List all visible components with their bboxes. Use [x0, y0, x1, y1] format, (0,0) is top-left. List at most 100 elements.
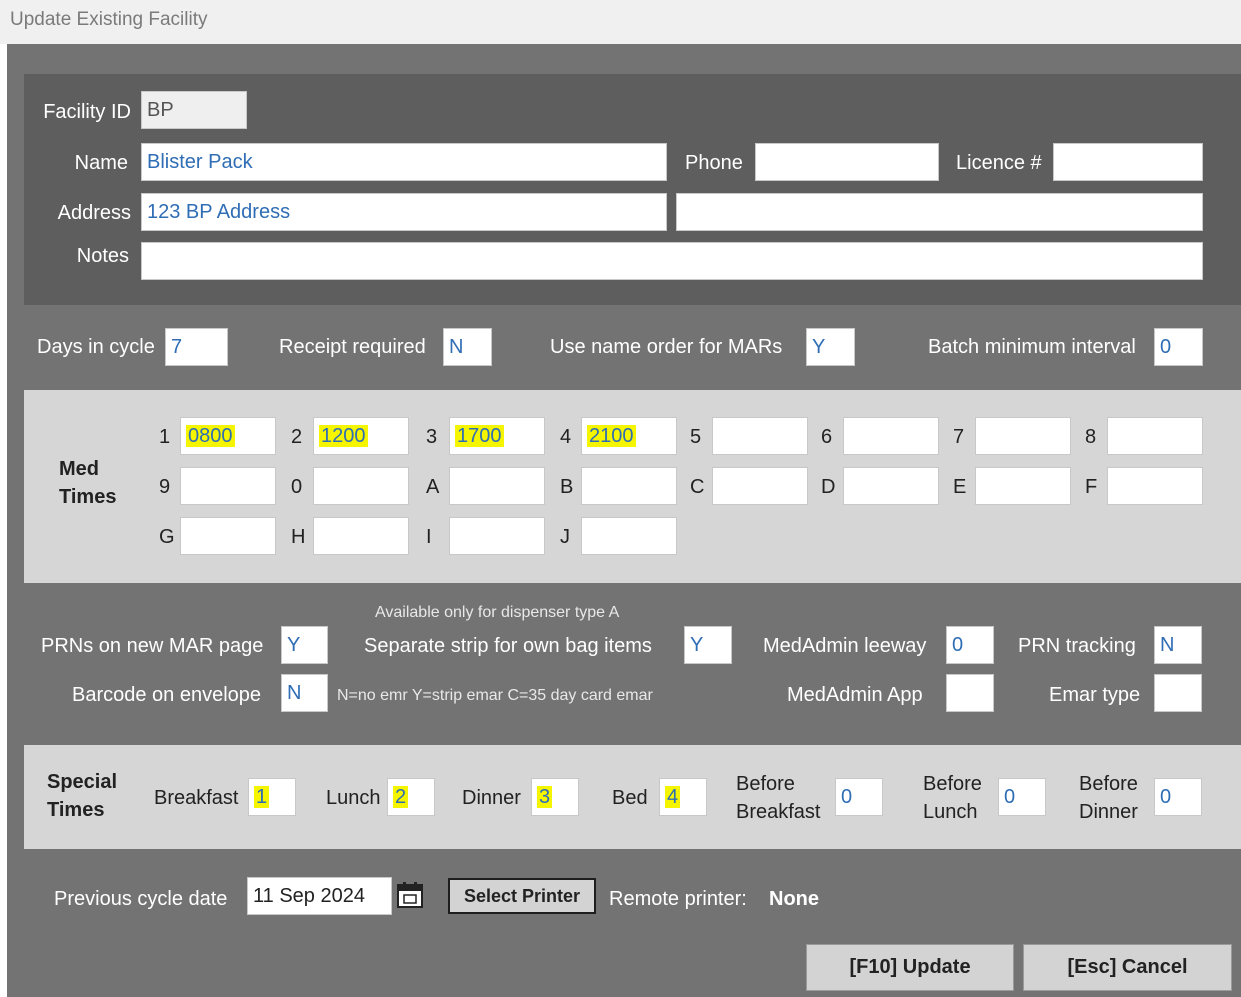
facility-id-field[interactable]: BP	[141, 91, 247, 129]
lunch-field[interactable]: 2	[387, 778, 435, 816]
med-time-key-4: 4	[560, 426, 572, 448]
med-time-key-D: D	[821, 476, 836, 498]
prn-tracking-field[interactable]: N	[1154, 626, 1202, 664]
phone-field[interactable]	[755, 143, 939, 181]
notes-field[interactable]	[141, 242, 1203, 280]
med-time-field-C[interactable]	[712, 467, 808, 505]
separate-strip-field[interactable]: Y	[684, 626, 732, 664]
cancel-button[interactable]: [Esc] Cancel	[1023, 944, 1232, 991]
title-bar: Update Existing Facility	[0, 0, 1241, 44]
med-time-key-C: C	[690, 476, 705, 498]
medadmin-leeway-field[interactable]: 0	[946, 626, 994, 664]
dinner-label: Dinner	[462, 787, 521, 809]
med-time-key-E: E	[953, 476, 967, 498]
barcode-envelope-label: Barcode on envelope	[72, 684, 262, 706]
update-button[interactable]: [F10] Update	[806, 944, 1014, 991]
separate-strip-label: Separate strip for own bag items	[364, 635, 652, 657]
emar-type-field[interactable]	[1154, 674, 1202, 712]
bed-label: Bed	[612, 787, 648, 809]
licence-field[interactable]	[1053, 143, 1203, 181]
receipt-required-field[interactable]: N	[443, 328, 492, 366]
previous-cycle-date-field[interactable]: 11 Sep 2024	[247, 877, 392, 915]
med-time-key-H: H	[291, 526, 306, 548]
before-dinner-label-1: Before	[1079, 773, 1138, 795]
address-line2-field[interactable]	[676, 193, 1203, 231]
breakfast-value: 1	[254, 786, 270, 808]
med-time-value-2: 1200	[319, 425, 368, 447]
medadmin-app-label: MedAdmin App	[787, 684, 923, 706]
med-time-key-J: J	[560, 526, 570, 548]
dinner-field[interactable]: 3	[531, 778, 579, 816]
med-time-field-6[interactable]	[843, 417, 939, 455]
window-title: Update Existing Facility	[10, 9, 208, 30]
med-time-key-B: B	[560, 476, 574, 498]
med-time-value-4: 2100	[587, 425, 636, 447]
med-time-field-A[interactable]	[449, 467, 545, 505]
med-time-field-J[interactable]	[581, 517, 677, 555]
medadmin-app-field[interactable]	[946, 674, 994, 712]
select-printer-button[interactable]: Select Printer	[448, 878, 596, 914]
med-time-key-I: I	[426, 526, 432, 548]
before-dinner-field[interactable]: 0	[1154, 778, 1202, 816]
batch-interval-label: Batch minimum interval	[928, 336, 1136, 358]
med-times-panel: Med Times 1 0800 2 1200 3 1700 4 2100 5 6 7 8 9 0 A B C D…	[24, 390, 1241, 583]
med-time-field-2[interactable]: 1200	[313, 417, 409, 455]
med-time-value-3: 1700	[455, 425, 504, 447]
med-time-field-I[interactable]	[449, 517, 545, 555]
prns-field[interactable]: Y	[281, 626, 328, 664]
med-time-field-1[interactable]: 0800	[180, 417, 276, 455]
batch-interval-field[interactable]: 0	[1154, 328, 1203, 366]
med-time-field-8[interactable]	[1107, 417, 1203, 455]
med-time-field-D[interactable]	[843, 467, 939, 505]
med-time-field-E[interactable]	[975, 467, 1071, 505]
licence-label: Licence #	[956, 152, 1042, 174]
before-breakfast-field[interactable]: 0	[835, 778, 883, 816]
facility-dialog: Facility ID BP Name Blister Pack Phone L…	[7, 44, 1241, 997]
dinner-value: 3	[537, 786, 553, 808]
medadmin-leeway-label: MedAdmin leeway	[763, 635, 927, 657]
emar-type-label: Emar type	[1049, 684, 1141, 706]
med-time-field-7[interactable]	[975, 417, 1071, 455]
med-time-field-H[interactable]	[313, 517, 409, 555]
med-time-key-5: 5	[690, 426, 702, 448]
med-time-field-9[interactable]	[180, 467, 276, 505]
med-time-field-4[interactable]: 2100	[581, 417, 677, 455]
med-time-field-G[interactable]	[180, 517, 276, 555]
breakfast-label: Breakfast	[154, 787, 239, 809]
name-field[interactable]: Blister Pack	[141, 143, 667, 181]
breakfast-field[interactable]: 1	[248, 778, 296, 816]
med-time-key-1: 1	[159, 426, 171, 448]
notes-label: Notes	[76, 245, 129, 267]
med-time-field-F[interactable]	[1107, 467, 1203, 505]
phone-label: Phone	[685, 152, 743, 174]
bed-field[interactable]: 4	[659, 778, 707, 816]
emar-hint: N=no emr Y=strip emar C=35 day card emar	[337, 687, 653, 704]
med-time-field-5[interactable]	[712, 417, 808, 455]
facility-id-label: Facility ID	[43, 101, 131, 123]
facility-details-panel: Facility ID BP Name Blister Pack Phone L…	[24, 74, 1241, 305]
name-order-label: Use name order for MARs	[550, 336, 783, 358]
barcode-envelope-field[interactable]: N	[281, 674, 328, 712]
previous-cycle-label: Previous cycle date	[54, 888, 228, 910]
before-dinner-label-2: Dinner	[1079, 801, 1138, 823]
med-time-key-G: G	[159, 526, 175, 548]
remote-printer-label: Remote printer:	[609, 888, 747, 910]
name-order-field[interactable]: Y	[806, 328, 855, 366]
calendar-icon[interactable]	[395, 880, 425, 910]
address-label: Address	[57, 202, 131, 224]
med-time-value-1: 0800	[186, 425, 235, 447]
special-times-heading-2: Times	[47, 799, 105, 821]
med-time-key-0: 0	[291, 476, 303, 498]
med-time-key-2: 2	[291, 426, 303, 448]
days-in-cycle-field[interactable]: 7	[165, 328, 228, 366]
med-times-heading-1: Med	[59, 458, 99, 480]
before-lunch-field[interactable]: 0	[998, 778, 1046, 816]
med-time-key-9: 9	[159, 476, 171, 498]
med-time-field-0[interactable]	[313, 467, 409, 505]
med-time-field-3[interactable]: 1700	[449, 417, 545, 455]
med-time-key-F: F	[1085, 476, 1098, 498]
med-time-field-B[interactable]	[581, 467, 677, 505]
med-time-key-7: 7	[953, 426, 965, 448]
address-field[interactable]: 123 BP Address	[141, 193, 667, 231]
med-times-heading-2: Times	[59, 486, 117, 508]
